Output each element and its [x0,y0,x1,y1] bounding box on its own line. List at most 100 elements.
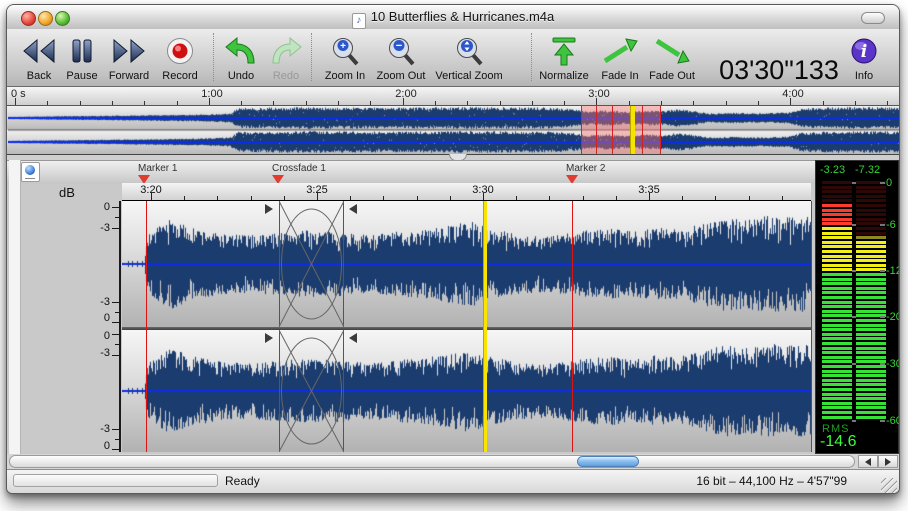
meter-segment [822,379,852,382]
marker-label: Marker 2 [566,163,605,174]
overview-tick [209,98,210,105]
crossfade-region[interactable] [279,201,344,327]
crossfade-right-handle-icon[interactable] [349,333,357,343]
peak-right-readout: -7.32 [855,164,880,176]
editor-timeline-ruler[interactable]: 3:20 3:25 3:30 3:35 [122,183,811,201]
db-tick-label: 0 [80,312,110,324]
normalize-button[interactable]: Normalize [532,31,596,83]
meter-segment [856,324,886,327]
meter-scale-label: 0 [886,177,892,189]
meter-scale-tick [852,182,856,184]
meter-segment [822,250,852,253]
db-tick [112,449,119,450]
selection-edge-line [660,106,661,154]
db-scale: 0 -3 -3 0 0 -3 -3 0 [20,201,120,452]
level-meter: -3.23 -7.32 RMS -14.6 0-6-12-20-30-60 [815,160,899,454]
scrollbar-track[interactable] [9,455,855,468]
scroll-left-arrow[interactable] [858,455,878,468]
undo-button[interactable]: Undo [221,31,261,83]
overview-tick-label: 0 s [11,88,26,100]
meter-segment [856,209,886,212]
resize-grip[interactable] [881,478,897,494]
meter-segment [822,209,852,212]
meter-segment [822,236,852,239]
meter-scale-label: -60 [886,415,900,427]
crossfade-region[interactable] [279,330,344,452]
ruler-tick [417,196,418,200]
meter-segment [822,255,852,258]
meter-segment [822,291,852,294]
overview-selection[interactable] [581,106,661,154]
meter-segment [822,310,852,313]
main-waveform-channel-1[interactable] [122,201,811,327]
db-tick-label: -3 [80,222,110,234]
selection-marker-line [642,106,643,154]
db-tick [112,355,119,356]
zoom-in-icon: + [330,31,360,70]
db-tick [115,217,119,218]
meter-segment [822,388,852,391]
meter-segment [822,370,852,373]
info-button[interactable]: i Info [844,31,884,83]
meter-segment [856,190,886,193]
meter-segment [856,305,886,308]
main-waveform-channel-2[interactable] [122,330,811,452]
zoom-in-button[interactable]: + Zoom In [318,31,372,83]
meter-segment [856,213,886,216]
vertical-zoom-button[interactable]: Vertical Zoom [427,31,511,83]
crossfade-left-handle-icon[interactable] [265,333,273,343]
fade-out-button[interactable]: Fade Out [645,31,699,83]
db-tick [112,429,119,430]
meter-segment [856,236,886,239]
meter-segment [822,245,852,248]
forward-button[interactable]: Forward [101,31,157,83]
fade-out-icon [654,31,690,70]
playback-cursor[interactable] [483,201,487,452]
meter-segment [822,186,852,189]
meter-segment [856,227,886,230]
zoom-out-button[interactable]: − Zoom Out [371,31,431,83]
meter-segment [822,273,852,276]
toolbar-toggle-pill[interactable] [861,12,885,24]
meter-segment [856,342,886,345]
titlebar[interactable]: ♪10 Butterflies & Hurricanes.m4a [7,5,899,30]
status-text: Ready [225,474,260,488]
meter-segment [822,416,852,419]
marker-bar[interactable]: Marker 1 Crossfade 1 Marker 2 [7,160,899,184]
meter-segment [856,310,886,313]
channel-1[interactable] [122,201,811,327]
crossfade-right-handle-icon[interactable] [349,204,357,214]
overview-tick-label: 2:00 [386,88,426,100]
channel-2[interactable] [122,330,811,452]
meter-segment [822,278,852,281]
db-tick [112,302,119,303]
overview-waveform[interactable] [8,106,900,154]
meter-segment [822,268,852,271]
overview-timeline-ruler[interactable]: 0 s 1:00 2:00 3:00 4:00 [7,87,899,105]
scroll-right-arrow[interactable] [878,455,898,468]
record-button[interactable]: Record [155,31,205,83]
meter-segment [822,181,852,184]
ruler-tick [217,196,218,200]
meter-segment [856,195,886,198]
meter-segment [856,383,886,386]
pause-button[interactable]: Pause [60,31,104,83]
meter-segment [856,273,886,276]
fade-in-button[interactable]: Fade In [595,31,645,83]
meter-segment [856,301,886,304]
meter-segment [822,374,852,377]
waveform-editor[interactable] [122,201,812,452]
horizontal-scrollbar[interactable] [7,454,899,469]
meter-segment [856,199,886,202]
normalize-icon [549,31,579,70]
back-button[interactable]: Back [17,31,61,83]
progress-indicator [13,474,218,487]
overview-waveform-pane[interactable] [7,105,900,155]
db-tick [112,334,119,335]
overview-tick [596,98,597,105]
meter-segment [856,374,886,377]
crossfade-left-handle-icon[interactable] [265,204,273,214]
vertical-zoom-icon [454,31,484,70]
scrollbar-thumb[interactable] [577,456,639,467]
audio-file-icon[interactable] [21,162,40,182]
